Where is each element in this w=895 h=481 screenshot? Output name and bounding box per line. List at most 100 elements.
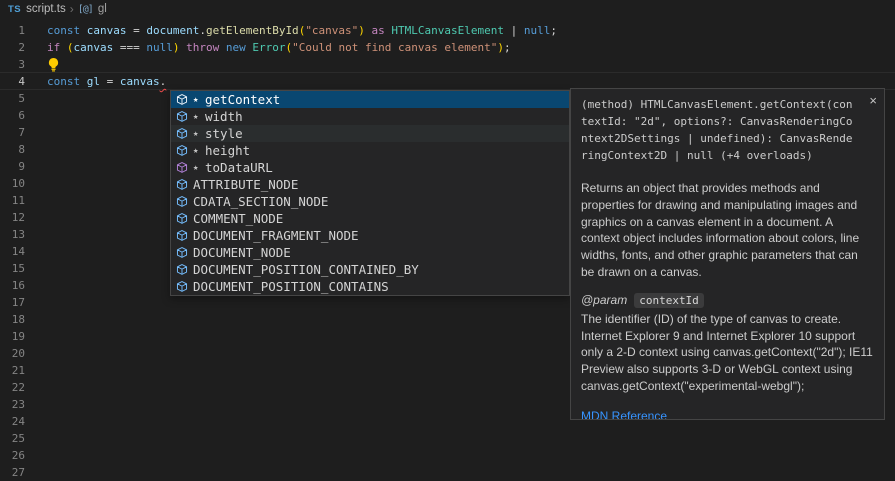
code-token: "Could not find canvas element" xyxy=(292,41,498,54)
line-number: 15 xyxy=(11,262,25,275)
line-number: 21 xyxy=(11,364,25,377)
suggestion-label: DOCUMENT_NODE xyxy=(193,245,291,260)
suggestion-label: DOCUMENT_FRAGMENT_NODE xyxy=(193,228,359,243)
code-token: ) xyxy=(358,24,365,37)
line-number: 23 xyxy=(11,398,25,411)
code-line xyxy=(47,56,60,73)
line-number: 6 xyxy=(18,109,25,122)
mdn-reference-link[interactable]: MDN Reference xyxy=(581,409,667,419)
star-icon: ★ xyxy=(193,111,199,122)
suggestion-label: width xyxy=(205,109,243,124)
code-token: canvas xyxy=(73,41,120,54)
field-icon xyxy=(174,194,189,209)
line-number: 13 xyxy=(11,228,25,241)
method-signature: (method) HTMLCanvasElement.getContext(co… xyxy=(581,98,853,162)
field-icon xyxy=(174,109,189,124)
code-token: | xyxy=(510,24,524,37)
suggestion-item[interactable]: CDATA_SECTION_NODE xyxy=(171,193,569,210)
suggestion-item[interactable]: DOCUMENT_POSITION_CONTAINED_BY xyxy=(171,261,569,278)
field-icon xyxy=(174,143,189,158)
intellisense-suggest-widget: ★ getContext ★ width ★ style ★ height ★ toDataURL… xyxy=(170,90,570,296)
line-number: 3 xyxy=(18,58,25,71)
suggestion-item[interactable]: DOCUMENT_POSITION_CONTAINS xyxy=(171,278,569,295)
line-number: 22 xyxy=(11,381,25,394)
method-icon xyxy=(174,160,189,175)
line-number: 16 xyxy=(11,279,25,292)
param-row: @param contextId xyxy=(581,292,874,308)
code-token: HTMLCanvasElement xyxy=(391,24,511,37)
field-icon xyxy=(174,279,189,294)
suggestion-item[interactable]: ★ height xyxy=(171,142,569,159)
close-icon[interactable]: × xyxy=(869,94,877,107)
line-number: 12 xyxy=(11,211,25,224)
suggestion-item[interactable]: ★ toDataURL xyxy=(171,159,569,176)
code-token: throw xyxy=(179,41,226,54)
line-number: 9 xyxy=(18,160,25,173)
line-number: 5 xyxy=(18,92,25,105)
param-description: The identifier (ID) of the type of canva… xyxy=(581,311,873,393)
suggestion-item[interactable]: DOCUMENT_NODE xyxy=(171,244,569,261)
code-token: as xyxy=(364,24,392,37)
line-number: 1 xyxy=(18,24,25,37)
suggestion-item[interactable]: DOCUMENT_FRAGMENT_NODE xyxy=(171,227,569,244)
suggestion-label: CDATA_SECTION_NODE xyxy=(193,194,329,209)
line-number-gutter: 1 2 3 4 5 6 7 8 9 10 11 12 13 14 15 16 17 18 19 20 21 22 23 24 2… xyxy=(0,22,25,481)
code-line: const canvas = document.getElementById("… xyxy=(47,22,557,39)
field-icon xyxy=(174,228,189,243)
code-token: ; xyxy=(550,24,558,37)
code-token: getElementById xyxy=(205,24,299,37)
line-number: 27 xyxy=(11,466,25,479)
suggestion-label: DOCUMENT_POSITION_CONTAINED_BY xyxy=(193,262,419,277)
suggestion-item[interactable]: ATTRIBUTE_NODE xyxy=(171,176,569,193)
code-token: const xyxy=(47,24,87,37)
code-token: canvas xyxy=(86,24,134,37)
field-icon xyxy=(174,245,189,260)
line-number: 24 xyxy=(11,415,25,428)
typescript-file-icon: TS xyxy=(8,3,22,15)
suggestion-label: getContext xyxy=(205,92,281,107)
suggestion-label: ATTRIBUTE_NODE xyxy=(193,177,299,192)
line-number: 26 xyxy=(11,449,25,462)
line-number: 8 xyxy=(18,143,25,156)
code-line: if (canvas === null) throw new Error("Co… xyxy=(47,39,511,56)
field-icon xyxy=(174,177,189,192)
code-token: = xyxy=(106,75,120,88)
code-token: if xyxy=(47,41,67,54)
code-token: ; xyxy=(504,41,511,54)
suggestion-label: DOCUMENT_POSITION_CONTAINS xyxy=(193,279,389,294)
suggest-details-panel: × (method) HTMLCanvasElement.getContext(… xyxy=(570,88,885,420)
code-token: new xyxy=(225,41,253,54)
lightbulb-icon[interactable] xyxy=(47,57,60,72)
breadcrumb: TS script.ts › [@] gl xyxy=(0,0,895,18)
chevron-right-icon: › xyxy=(69,2,74,16)
breadcrumb-file[interactable]: script.ts xyxy=(26,3,66,15)
line-number: 25 xyxy=(11,432,25,445)
star-icon: ★ xyxy=(193,128,199,139)
field-icon xyxy=(174,126,189,141)
code-token: const xyxy=(47,75,87,88)
field-icon xyxy=(174,262,189,277)
suggestion-item[interactable]: COMMENT_NODE xyxy=(171,210,569,227)
symbol-variable-icon: [@] xyxy=(77,3,94,15)
code-token: "canvas" xyxy=(305,24,359,37)
code-token: canvas xyxy=(119,75,160,88)
line-number: 18 xyxy=(11,313,25,326)
star-icon: ★ xyxy=(193,162,199,173)
suggestion-item[interactable]: ★ getContext xyxy=(171,91,569,108)
line-number: 11 xyxy=(11,194,25,207)
suggestion-item[interactable]: ★ style xyxy=(171,125,569,142)
code-token: === xyxy=(119,41,147,54)
code-token: null xyxy=(146,41,173,54)
suggestion-item[interactable]: ★ width xyxy=(171,108,569,125)
code-token: . xyxy=(199,24,206,37)
suggestion-label: COMMENT_NODE xyxy=(193,211,284,226)
param-tag: @param xyxy=(581,293,628,308)
code-token: Error xyxy=(252,41,286,54)
line-number: 4 xyxy=(18,75,25,88)
code-token: ( xyxy=(66,41,74,54)
field-icon xyxy=(174,211,189,226)
star-icon: ★ xyxy=(193,145,199,156)
param-name-chip: contextId xyxy=(634,292,704,308)
code-token: = xyxy=(133,24,147,37)
breadcrumb-symbol[interactable]: gl xyxy=(98,3,107,15)
